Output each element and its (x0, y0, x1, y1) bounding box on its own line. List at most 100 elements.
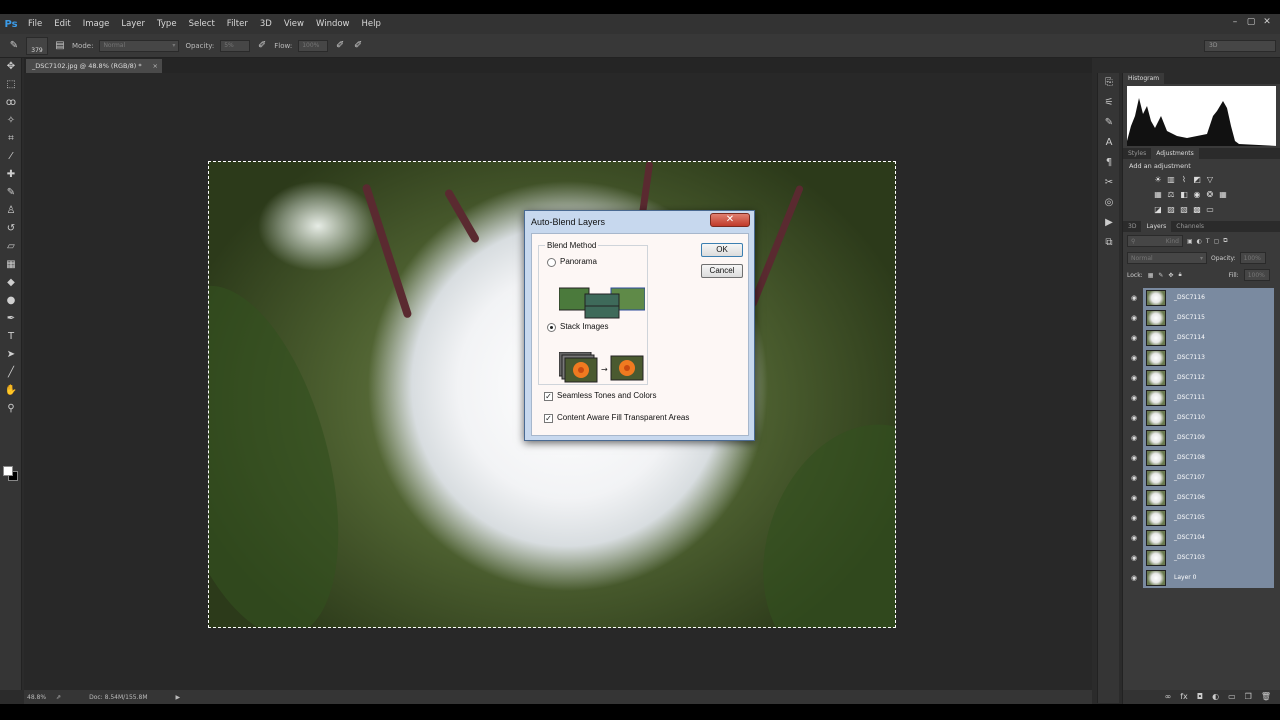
properties-panel-icon[interactable]: ⚟ (1098, 93, 1120, 113)
gradient-tool-icon[interactable]: ▦ (0, 256, 22, 274)
dodge-tool-icon[interactable]: ● (0, 292, 22, 310)
cancel-button[interactable]: Cancel (701, 264, 743, 278)
crop-tool-icon[interactable]: ⌗ (0, 130, 22, 148)
tab-layers[interactable]: Layers (1141, 221, 1172, 232)
mode-select[interactable]: Normal ▾ (99, 39, 180, 52)
pen-tool-icon[interactable]: ✒ (0, 310, 22, 328)
visibility-eye-icon[interactable]: ◉ (1125, 514, 1143, 522)
document-tab[interactable]: _DSC7102.jpg @ 48.8% (RGB/8) * × (26, 59, 162, 73)
menu-filter[interactable]: Filter (221, 14, 254, 34)
visibility-eye-icon[interactable]: ◉ (1125, 414, 1143, 422)
brightness-icon[interactable]: ☀ (1153, 175, 1163, 185)
lock-paint-icon[interactable]: ✎ (1158, 272, 1163, 279)
dialog-close-button[interactable]: ✕ (710, 213, 750, 227)
tab-adjustments[interactable]: Adjustments (1151, 148, 1199, 159)
color-balance-icon[interactable]: ⚖ (1166, 190, 1176, 200)
stack-images-label[interactable]: Stack Images (560, 322, 608, 331)
visibility-eye-icon[interactable]: ◉ (1125, 554, 1143, 562)
visibility-eye-icon[interactable]: ◉ (1125, 354, 1143, 362)
new-group-icon[interactable]: ▭ (1228, 690, 1236, 704)
tab-channels[interactable]: Channels (1171, 221, 1209, 232)
new-adjustment-icon[interactable]: ◐ (1212, 690, 1219, 704)
move-tool-icon[interactable]: ✥ (0, 58, 22, 76)
visibility-eye-icon[interactable]: ◉ (1125, 534, 1143, 542)
line-tool-icon[interactable]: ╱ (0, 364, 22, 382)
color-lookup-icon[interactable]: ▦ (1218, 190, 1228, 200)
type-tool-icon[interactable]: T (0, 328, 22, 346)
menu-window[interactable]: Window (310, 14, 356, 34)
foreground-color-swatch[interactable] (3, 466, 13, 476)
visibility-eye-icon[interactable]: ◉ (1125, 394, 1143, 402)
layer-row[interactable]: ◉ _DSC7108 (1125, 447, 1274, 468)
blur-tool-icon[interactable]: ◆ (0, 274, 22, 292)
tab-histogram[interactable]: Histogram (1123, 73, 1165, 84)
doc-info[interactable]: Doc: 8.54M/155.8M (89, 694, 147, 701)
layer-row[interactable]: ◉ _DSC7113 (1125, 347, 1274, 368)
path-select-icon[interactable]: ➤ (0, 346, 22, 364)
airbrush-icon[interactable]: ✐ (334, 40, 346, 52)
delete-layer-icon[interactable]: 🗑︎ (1261, 690, 1271, 704)
threshold-icon[interactable]: ▧ (1179, 205, 1189, 215)
menu-view[interactable]: View (278, 14, 310, 34)
brush-tool-icon[interactable]: ✎ (8, 40, 20, 52)
workspace-select[interactable]: 3D (1204, 40, 1276, 52)
lock-all-icon[interactable]: 🔒︎ (1178, 271, 1181, 279)
layer-row[interactable]: ◉ _DSC7115 (1125, 307, 1274, 328)
layer-row[interactable]: ◉ Layer 0 (1125, 567, 1274, 588)
visibility-eye-icon[interactable]: ◉ (1125, 314, 1143, 322)
lock-transparent-icon[interactable]: ▦ (1148, 272, 1154, 279)
marquee-tool-icon[interactable]: ⬚ (0, 76, 22, 94)
menu-type[interactable]: Type (151, 14, 183, 34)
menu-edit[interactable]: Edit (48, 14, 76, 34)
brush-tool-icon[interactable]: ✎ (0, 184, 22, 202)
ok-button[interactable]: OK (701, 243, 743, 257)
pressure-opacity-icon[interactable]: ✐ (256, 40, 268, 52)
export-icon[interactable]: ⇗ (56, 694, 61, 701)
menu-help[interactable]: Help (356, 14, 387, 34)
menu-file[interactable]: File (22, 14, 48, 34)
tab-styles[interactable]: Styles (1123, 148, 1151, 159)
brush-panel-icon[interactable]: ✎ (1098, 113, 1120, 133)
vibrance-icon[interactable]: ▽ (1205, 175, 1215, 185)
brush-preset-picker[interactable]: 379 (26, 36, 48, 55)
layer-opacity-field[interactable]: 100% (1239, 252, 1266, 264)
layer-row[interactable]: ◉ _DSC7105 (1125, 507, 1274, 528)
visibility-eye-icon[interactable]: ◉ (1125, 574, 1143, 582)
filter-adjust-icon[interactable]: ◐ (1197, 238, 1202, 245)
filter-shape-icon[interactable]: ▢ (1214, 238, 1220, 245)
hand-tool-icon[interactable]: ✋ (0, 382, 22, 400)
healing-tool-icon[interactable]: ✚ (0, 166, 22, 184)
visibility-eye-icon[interactable]: ◉ (1125, 454, 1143, 462)
panorama-label[interactable]: Panorama (560, 257, 597, 266)
layer-style-icon[interactable]: fx (1180, 690, 1188, 704)
menu-select[interactable]: Select (183, 14, 221, 34)
filter-pixel-icon[interactable]: ▣ (1187, 238, 1193, 245)
color-panel-icon[interactable]: ◎ (1098, 193, 1120, 213)
close-tab-icon[interactable]: × (153, 59, 158, 73)
blend-mode-select[interactable]: Normal ▾ (1127, 252, 1207, 264)
selective-color-icon[interactable]: ▩ (1192, 205, 1202, 215)
invert-icon[interactable]: ◪ (1153, 205, 1163, 215)
zoom-level[interactable]: 48.8% (27, 694, 46, 701)
layer-row[interactable]: ◉ _DSC7106 (1125, 487, 1274, 508)
seamless-label[interactable]: Seamless Tones and Colors (557, 391, 656, 400)
tools-panel-icon[interactable]: ✂ (1098, 173, 1120, 193)
layer-row[interactable]: ◉ _DSC7114 (1125, 327, 1274, 348)
history-brush-icon[interactable]: ↺ (0, 220, 22, 238)
link-layers-icon[interactable]: ∞ (1165, 690, 1172, 704)
panorama-radio[interactable] (547, 258, 556, 267)
menu-3d[interactable]: 3D (254, 14, 278, 34)
black-white-icon[interactable]: ◧ (1179, 190, 1189, 200)
status-menu-arrow-icon[interactable]: ▶ (176, 694, 181, 701)
brush-panel-icon[interactable]: ▤ (54, 40, 66, 52)
layer-row[interactable]: ◉ _DSC7107 (1125, 467, 1274, 488)
pressure-size-icon[interactable]: ✐ (352, 40, 364, 52)
opacity-field[interactable]: 5% (220, 39, 251, 52)
gradient-map-icon[interactable]: ▭ (1205, 205, 1215, 215)
stamp-tool-icon[interactable]: ♙ (0, 202, 22, 220)
visibility-eye-icon[interactable]: ◉ (1125, 294, 1143, 302)
eyedropper-tool-icon[interactable]: ⁄ (0, 148, 22, 166)
photo-filter-icon[interactable]: ◉ (1192, 190, 1202, 200)
curves-icon[interactable]: ⌇ (1179, 175, 1189, 185)
flow-field[interactable]: 100% (298, 39, 329, 52)
